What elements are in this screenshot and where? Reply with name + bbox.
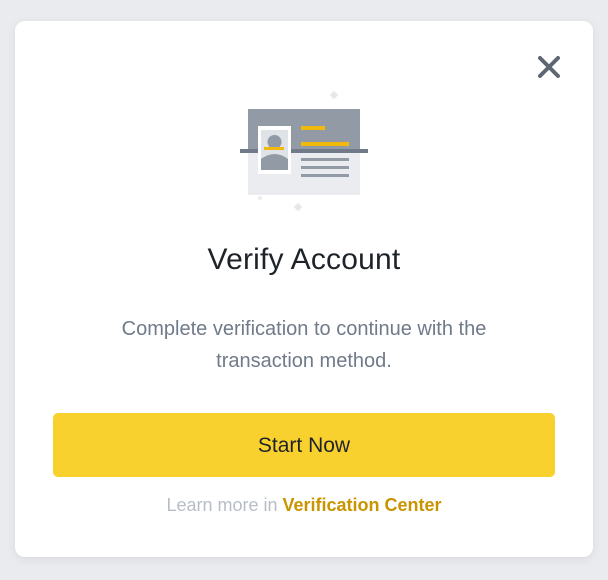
dialog-title: Verify Account <box>207 243 401 276</box>
start-now-button[interactable]: Start Now <box>53 413 555 477</box>
close-icon <box>538 56 560 78</box>
verify-account-dialog: Verify Account Complete verification to … <box>15 21 593 557</box>
footer-prefix-text: Learn more in <box>166 495 283 515</box>
verification-center-link[interactable]: Verification Center <box>283 495 442 515</box>
close-button[interactable] <box>535 53 563 81</box>
learn-more-footer: Learn more in Verification Center <box>15 495 593 516</box>
dialog-description: Complete verification to continue with t… <box>121 318 487 372</box>
id-card-icon <box>240 90 368 212</box>
id-card-illustration <box>237 87 372 217</box>
